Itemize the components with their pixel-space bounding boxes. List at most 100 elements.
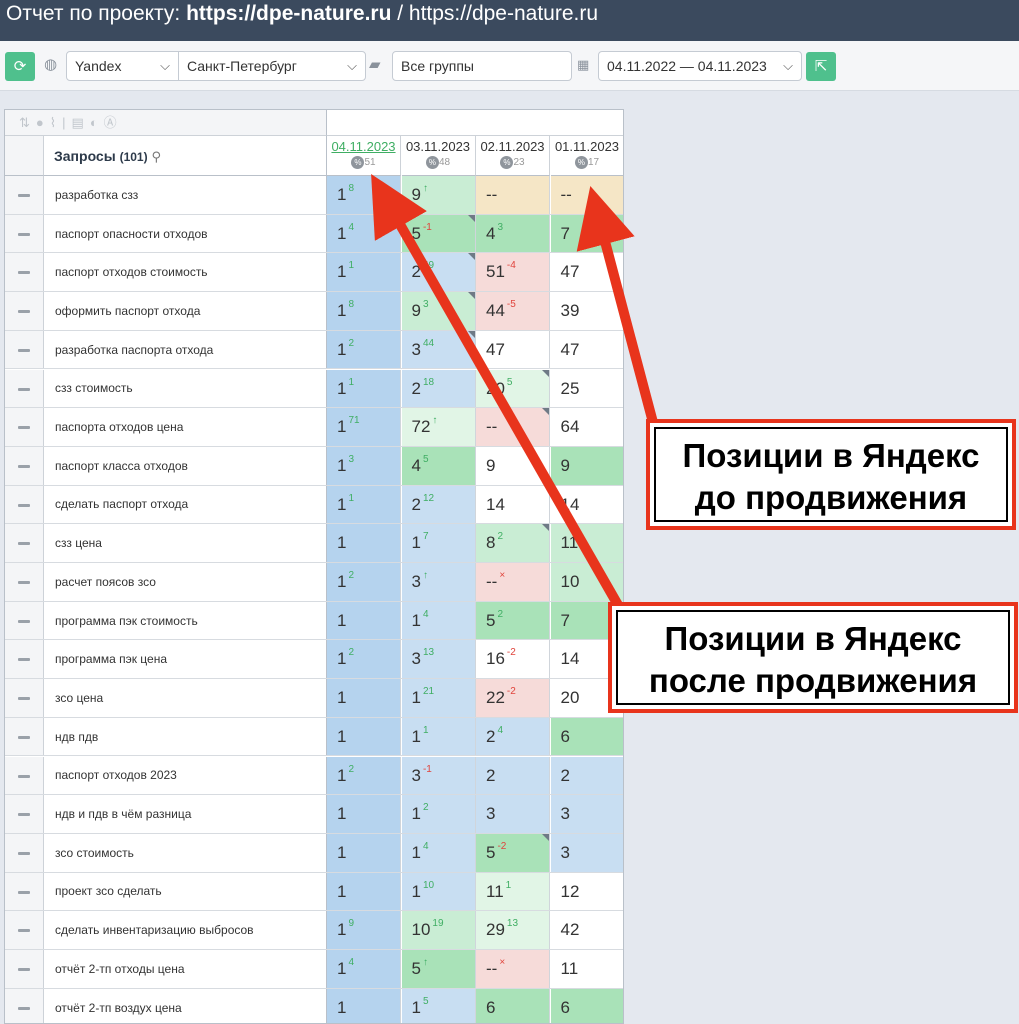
group-select[interactable]: Все группы xyxy=(392,51,572,81)
date-column-header[interactable]: 01.11.2023% 17 xyxy=(550,136,623,176)
position-cell[interactable]: 3 -1 xyxy=(401,756,476,795)
table-row[interactable]: зсо цена 1 1 21 22 -2 20 xyxy=(5,679,623,718)
position-cell[interactable]: 12 xyxy=(550,872,623,911)
position-cell[interactable]: 11 1 xyxy=(476,872,550,911)
table-row[interactable]: отчёт 2-тп отходы цена 1 4 5 ↑ -- × 11 xyxy=(5,950,623,989)
table-row[interactable]: расчет поясов зсо 1 2 3 ↑ -- × 10 xyxy=(5,563,623,602)
row-menu-handle[interactable] xyxy=(5,408,44,446)
percent-icon[interactable]: % xyxy=(574,156,588,169)
position-cell[interactable]: 3 ↑ xyxy=(401,563,476,601)
position-cell[interactable]: 1 xyxy=(327,988,401,1023)
position-cell[interactable]: 42 xyxy=(550,911,623,949)
position-cell[interactable]: 11 xyxy=(327,369,401,408)
position-cell[interactable]: 1 xyxy=(327,601,401,640)
position-cell[interactable]: 12 xyxy=(327,756,401,795)
table-row[interactable]: паспорт класса отходов 1 3 4 5 9 9 xyxy=(5,446,623,486)
position-cell[interactable]: 5 -2 xyxy=(476,833,550,872)
sort-icon[interactable]: ⇅ xyxy=(19,115,36,130)
position-cell[interactable]: 1 71 xyxy=(327,408,401,446)
table-row[interactable]: сделать паспорт отхода 1 1 2 12 14 14 xyxy=(5,485,623,525)
position-cell[interactable]: 2 xyxy=(550,756,623,795)
position-cell[interactable]: 72 ↑ xyxy=(401,408,476,446)
table-row[interactable]: ндв пдв 1 1 1 2 4 6 xyxy=(5,717,623,757)
position-cell[interactable]: 10 19 xyxy=(401,911,476,949)
table-row[interactable]: зсо стоимость 1 1 4 5 -2 3 xyxy=(5,833,623,873)
row-menu-handle[interactable] xyxy=(5,950,44,988)
row-menu-handle[interactable] xyxy=(5,717,44,756)
font-icon[interactable]: Ⓐ xyxy=(104,115,123,130)
region-select[interactable]: Санкт-Петербург ⌵ xyxy=(178,51,366,81)
position-cell[interactable]: 52 xyxy=(476,601,550,640)
position-cell[interactable]: 24 xyxy=(476,717,550,756)
position-cell[interactable]: 12 xyxy=(401,795,476,833)
position-cell[interactable]: 12 xyxy=(327,640,401,679)
position-cell[interactable]: 22 -2 xyxy=(476,679,550,717)
row-menu-handle[interactable] xyxy=(5,369,44,408)
table-row[interactable]: отчёт 2-тп воздух цена 1 1 5 6 6 xyxy=(5,988,623,1023)
position-cell[interactable]: 14 xyxy=(401,601,476,640)
table-row[interactable]: паспорта отходов цена 1 71 72 ↑ -- 64 xyxy=(5,408,623,447)
query-column-header[interactable]: Запросы (101) ⚲ xyxy=(44,136,327,176)
position-cell[interactable]: 16 -2 xyxy=(476,640,550,679)
table-row[interactable]: сзз стоимость 1 1 2 18 20 5 25 xyxy=(5,369,623,409)
position-cell[interactable]: 82 xyxy=(476,524,550,562)
row-menu-handle[interactable] xyxy=(5,485,44,524)
position-cell[interactable]: 44 -5 xyxy=(476,292,550,330)
row-menu-handle[interactable] xyxy=(5,176,44,214)
row-menu-handle[interactable] xyxy=(5,988,44,1023)
position-cell[interactable]: 17 xyxy=(401,524,476,562)
toggle-icon[interactable]: ● xyxy=(36,115,50,130)
table-row[interactable]: программа пэк стоимость 1 1 4 5 2 7 xyxy=(5,601,623,641)
position-cell[interactable]: 14 xyxy=(327,214,401,253)
position-cell[interactable]: 1 xyxy=(327,795,401,833)
position-cell[interactable]: 9 xyxy=(476,446,550,485)
position-cell[interactable]: 11 xyxy=(550,524,623,562)
position-cell[interactable]: 9 ↑ xyxy=(401,176,476,214)
position-cell[interactable]: 2 xyxy=(476,756,550,795)
position-cell[interactable]: 14 xyxy=(327,950,401,988)
table-row[interactable]: сзз цена 1 1 7 8 2 11 xyxy=(5,524,623,563)
position-cell[interactable]: 25 xyxy=(550,369,623,408)
row-menu-handle[interactable] xyxy=(5,563,44,601)
date-column-header[interactable]: 04.11.2023% 51 xyxy=(327,136,401,176)
position-cell[interactable]: 6 xyxy=(476,988,550,1023)
row-menu-handle[interactable] xyxy=(5,330,44,369)
position-cell[interactable]: 14 xyxy=(550,485,623,524)
date-column-header[interactable]: 02.11.2023% 23 xyxy=(476,136,550,176)
position-cell[interactable]: 6 xyxy=(550,988,623,1023)
row-menu-handle[interactable] xyxy=(5,446,44,485)
row-menu-handle[interactable] xyxy=(5,795,44,833)
position-cell[interactable]: 9 xyxy=(550,446,623,485)
position-cell[interactable]: 2 18 xyxy=(401,369,476,408)
position-cell[interactable]: 13 xyxy=(327,446,401,485)
position-cell[interactable]: 1 xyxy=(327,679,401,717)
table-row[interactable]: паспорт отходов 2023 1 2 3 -1 2 2 xyxy=(5,756,623,796)
link-icon[interactable]: ⌇ xyxy=(50,115,62,130)
position-cell[interactable]: 2 12 xyxy=(401,485,476,524)
position-cell[interactable]: 1 xyxy=(327,872,401,911)
position-cell[interactable]: 47 xyxy=(476,330,550,369)
search-icon[interactable]: ⚲ xyxy=(151,149,161,164)
position-cell[interactable]: 51 -4 xyxy=(476,253,550,292)
row-menu-handle[interactable] xyxy=(5,601,44,640)
row-menu-handle[interactable] xyxy=(5,524,44,562)
position-cell[interactable]: 12 xyxy=(327,563,401,601)
table-row[interactable]: паспорт отходов стоимость 1 1 2 49 51 -4 47 xyxy=(5,253,623,293)
position-cell[interactable]: 11 xyxy=(327,485,401,524)
position-cell[interactable]: 47 xyxy=(550,253,623,292)
position-cell[interactable]: 1 xyxy=(327,833,401,872)
position-cell[interactable]: 15 xyxy=(401,988,476,1023)
percent-icon[interactable]: % xyxy=(500,156,514,169)
row-menu-handle[interactable] xyxy=(5,833,44,872)
position-cell[interactable]: 3 13 xyxy=(401,640,476,679)
position-cell[interactable]: 39 xyxy=(550,292,623,330)
table-row[interactable]: паспорт опасности отходов 1 4 5 -1 4 3 7 xyxy=(5,214,623,254)
position-cell[interactable]: 14 xyxy=(476,485,550,524)
search-engine-select[interactable]: Yandex ⌵ xyxy=(66,51,179,81)
refresh-button[interactable]: ⟳ xyxy=(5,52,35,81)
grid-icon[interactable]: ▤ xyxy=(72,115,90,130)
position-cell[interactable]: 2 49 xyxy=(401,253,476,292)
row-menu-handle[interactable] xyxy=(5,253,44,292)
position-cell[interactable]: 12 xyxy=(327,330,401,369)
row-menu-handle[interactable] xyxy=(5,214,44,253)
